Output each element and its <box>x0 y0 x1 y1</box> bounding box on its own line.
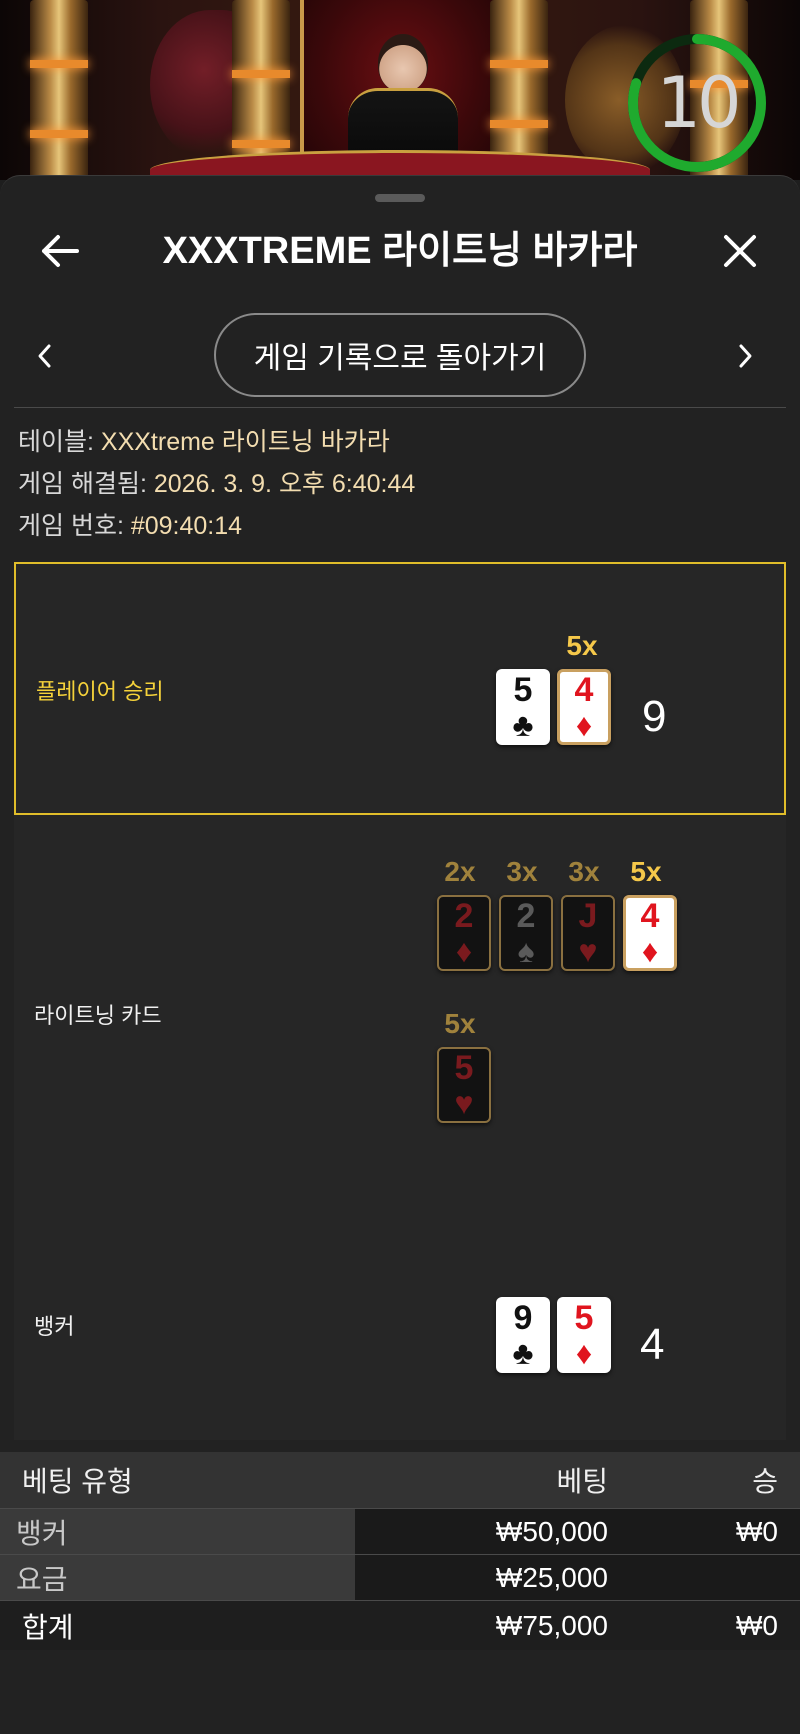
bets-table: 베팅 유형 베팅 승 뱅커 ₩50,000 ₩0 요금 ₩25,000 합계 ₩… <box>0 1452 800 1650</box>
bet-type: 요금 <box>16 1563 68 1595</box>
lightning-card: J ♥ <box>561 895 615 971</box>
player-win-label: 플레이어 승리 <box>36 679 164 704</box>
chevron-right-icon <box>739 344 752 368</box>
back-to-history-button[interactable]: 게임 기록으로 돌아가기 <box>214 313 586 397</box>
round-results: 플레이어 승리 5 ♣ 5x 4 ♦ 9 라이트닝 카드 2x 2 ♦ 3x 2 ♠ 3… <box>14 562 786 1440</box>
table-info: 테이블: XXXtreme 라이트닝 바카라 <box>18 421 778 463</box>
header-bet-type: 베팅 유형 <box>22 1466 133 1497</box>
total-win: ₩0 <box>736 1609 778 1641</box>
player-card: 5 ♣ <box>496 669 550 745</box>
bets-total-row: 합계 ₩75,000 ₩0 <box>0 1600 800 1650</box>
previous-game-button[interactable] <box>20 331 70 381</box>
betting-timer: 10 <box>626 32 768 174</box>
lightning-card: 5 ♥ <box>437 1047 491 1123</box>
lightning-multiplier: 5x <box>444 1008 476 1039</box>
player-card-multiplier: 5x <box>566 630 598 661</box>
resolved-value: 2026. 3. 9. 오후 6:40:44 <box>153 470 416 498</box>
table-row: 요금 ₩25,000 <box>0 1554 800 1600</box>
table-row: 뱅커 ₩50,000 ₩0 <box>0 1508 800 1554</box>
dealer <box>378 34 428 92</box>
drag-handle[interactable] <box>375 194 425 202</box>
banker-card: 5 ♦ <box>557 1297 611 1373</box>
player-card: 4 ♦ <box>557 669 611 745</box>
lightning-multiplier: 5x <box>630 856 662 887</box>
lightning-multiplier: 3x <box>568 856 600 887</box>
lightning-card: 4 ♦ <box>623 895 677 971</box>
bet-type: 뱅커 <box>16 1517 68 1549</box>
dealer-body <box>348 88 458 158</box>
banker-card: 9 ♣ <box>496 1297 550 1373</box>
close-icon <box>724 235 756 267</box>
timer-count: 10 <box>656 62 741 144</box>
player-total: 9 <box>642 692 667 741</box>
bet-amount: ₩50,000 <box>495 1515 608 1547</box>
back-button[interactable] <box>30 216 90 286</box>
game-number-info: 게임 번호: #09:40:14 <box>18 505 778 547</box>
decor-pillar <box>30 0 88 180</box>
banker-total: 4 <box>640 1320 665 1369</box>
lightning-cards-label: 라이트닝 카드 <box>34 1003 162 1028</box>
total-bet: ₩75,000 <box>495 1609 608 1641</box>
win-amount: ₩0 <box>736 1515 778 1547</box>
panel-header: XXXTREME 라이트닝 바카라 <box>0 206 800 306</box>
lightning-multiplier: 2x <box>444 856 476 887</box>
bets-table-header: 베팅 유형 베팅 승 <box>0 1452 800 1508</box>
banker-label: 뱅커 <box>34 1314 75 1339</box>
table-label: 테이블: <box>18 428 101 456</box>
lightning-card: 2 ♦ <box>437 895 491 971</box>
chevron-left-icon <box>38 344 51 368</box>
next-game-button[interactable] <box>720 331 770 381</box>
resolved-info: 게임 해결됨: 2026. 3. 9. 오후 6:40:44 <box>18 463 778 505</box>
page-title: XXXTREME 라이트닝 바카라 <box>162 230 638 272</box>
bet-amount: ₩25,000 <box>495 1561 608 1593</box>
close-button[interactable] <box>710 216 770 286</box>
header-bet: 베팅 <box>556 1466 608 1497</box>
lightning-card: 2 ♠ <box>499 895 553 971</box>
resolved-label: 게임 해결됨: <box>18 470 154 498</box>
player-result: 플레이어 승리 5 ♣ 5x 4 ♦ 9 <box>14 562 786 815</box>
lightning-multiplier: 3x <box>506 856 538 887</box>
total-label: 합계 <box>22 1611 74 1643</box>
history-navigation: 게임 기록으로 돌아가기 <box>0 311 800 401</box>
arrow-left-icon <box>42 235 79 267</box>
divider <box>14 407 786 408</box>
game-number-label: 게임 번호: <box>18 512 131 540</box>
game-info: 테이블: XXXtreme 라이트닝 바카라 게임 해결됨: 2026. 3. … <box>18 421 778 547</box>
game-number-value: #09:40:14 <box>130 512 243 540</box>
header-win: 승 <box>752 1466 778 1497</box>
table-value: XXXtreme 라이트닝 바카라 <box>100 428 390 456</box>
